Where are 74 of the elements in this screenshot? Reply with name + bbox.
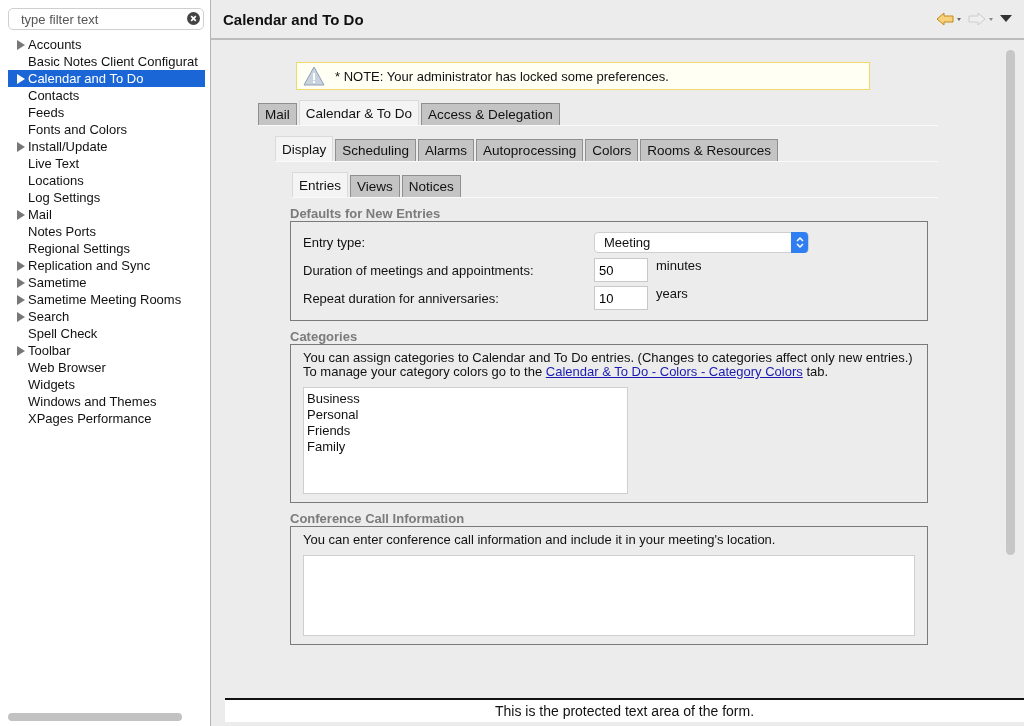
tree-item[interactable]: Contacts	[8, 87, 205, 104]
tree-item[interactable]: Accounts	[8, 36, 205, 53]
categories-description: You can assign categories to Calendar and To Do entries. (Changes to categories affect only new entries.) To manage your category colors go to the Calendar & To Do - Colors - Category Colors tab.	[303, 351, 914, 379]
categories-list[interactable]: Business Personal Friends Family	[303, 387, 628, 494]
tree-item[interactable]: Toolbar	[8, 342, 205, 359]
expand-arrow-icon[interactable]	[16, 345, 26, 356]
unit-label: years	[656, 286, 688, 301]
tab[interactable]: Alarms	[418, 139, 475, 161]
unit-label: minutes	[656, 258, 702, 273]
expand-arrow-icon[interactable]	[16, 141, 26, 152]
tab[interactable]: Rooms & Resources	[640, 139, 778, 161]
tree-item[interactable]: Calendar and To Do	[8, 70, 205, 87]
tab[interactable]: Colors	[585, 139, 639, 161]
tab[interactable]: Entries	[292, 172, 349, 197]
tab[interactable]: Access & Delegation	[421, 103, 560, 125]
scrollbar-thumb[interactable]	[1005, 50, 1015, 555]
field-label: Duration of meetings and appointments:	[303, 262, 535, 278]
tree-item[interactable]: Sametime Meeting Rooms	[8, 291, 205, 308]
back-arrow-icon[interactable]	[936, 12, 962, 26]
tree-item[interactable]: XPages Performance	[8, 410, 205, 427]
scrollbar-thumb[interactable]	[8, 713, 182, 721]
tab[interactable]: Calendar & To Do	[298, 100, 420, 125]
tab[interactable]: Autoprocessing	[476, 139, 584, 161]
tab[interactable]: Notices	[401, 175, 461, 197]
tab[interactable]: Scheduling	[335, 139, 417, 161]
tree-item[interactable]: Notes Ports	[8, 223, 205, 240]
tree-item[interactable]: Spell Check	[8, 325, 205, 342]
section-heading: Categories	[290, 329, 359, 344]
warning-icon	[303, 66, 325, 86]
clear-icon[interactable]	[187, 12, 200, 25]
expand-arrow-icon[interactable]	[16, 209, 26, 220]
tree-item[interactable]: Live Text	[8, 155, 205, 172]
tree-item[interactable]: Windows and Themes	[8, 393, 205, 410]
expand-arrow-icon[interactable]	[16, 311, 26, 322]
tree-item[interactable]: Mail	[8, 206, 205, 223]
tree-item[interactable]: Install/Update	[8, 138, 205, 155]
number-field[interactable]: 10	[594, 286, 648, 310]
protected-text-area: This is the protected text area of the form.	[225, 698, 1024, 722]
number-field[interactable]: 50	[594, 258, 648, 282]
expand-arrow-icon[interactable]	[16, 277, 26, 288]
tree-item[interactable]: Sametime	[8, 274, 205, 291]
tree-item[interactable]: Locations	[8, 172, 205, 189]
menu-caret-icon[interactable]	[1000, 15, 1012, 23]
field-label: Entry type:	[303, 234, 367, 250]
entry-type-select[interactable]: Meeting	[594, 231, 809, 253]
page-title: Calendar and To Do	[223, 10, 364, 28]
category-colors-link[interactable]: Calendar & To Do - Colors - Category Colors	[545, 364, 803, 379]
expand-arrow-icon[interactable]	[16, 260, 26, 271]
category-item[interactable]: Friends	[307, 423, 624, 439]
note-text: * NOTE: Your administrator has locked some preferences.	[335, 68, 669, 84]
tree-item[interactable]: Widgets	[8, 376, 205, 393]
stepper-icon	[795, 235, 804, 249]
tree-item[interactable]: Log Settings	[8, 189, 205, 206]
filter-field[interactable]: type filter text	[8, 8, 204, 30]
section-heading: Conference Call Information	[290, 511, 466, 526]
tab[interactable]: Views	[350, 175, 400, 197]
expand-arrow-icon[interactable]	[16, 294, 26, 305]
tree-item[interactable]: Replication and Sync	[8, 257, 205, 274]
tree-item[interactable]: Web Browser	[8, 359, 205, 376]
tree-item[interactable]: Fonts and Colors	[8, 121, 205, 138]
tab[interactable]: Mail	[258, 103, 297, 125]
tab[interactable]: Display	[275, 136, 334, 161]
tree-item[interactable]: Search	[8, 308, 205, 325]
conference-description: You can enter conference call information and include it in your meeting's location.	[303, 533, 777, 547]
tree-item[interactable]: Basic Notes Client Configurat	[8, 53, 205, 70]
expand-arrow-icon[interactable]	[16, 73, 26, 84]
field-label: Repeat duration for anniversaries:	[303, 290, 500, 306]
tree-item[interactable]: Regional Settings	[8, 240, 205, 257]
category-item[interactable]: Business	[307, 391, 624, 407]
category-item[interactable]: Personal	[307, 407, 624, 423]
expand-arrow-icon[interactable]	[16, 39, 26, 50]
section-heading: Defaults for New Entries	[290, 206, 442, 221]
tree-item[interactable]: Feeds	[8, 104, 205, 121]
category-item[interactable]: Family	[307, 439, 624, 455]
